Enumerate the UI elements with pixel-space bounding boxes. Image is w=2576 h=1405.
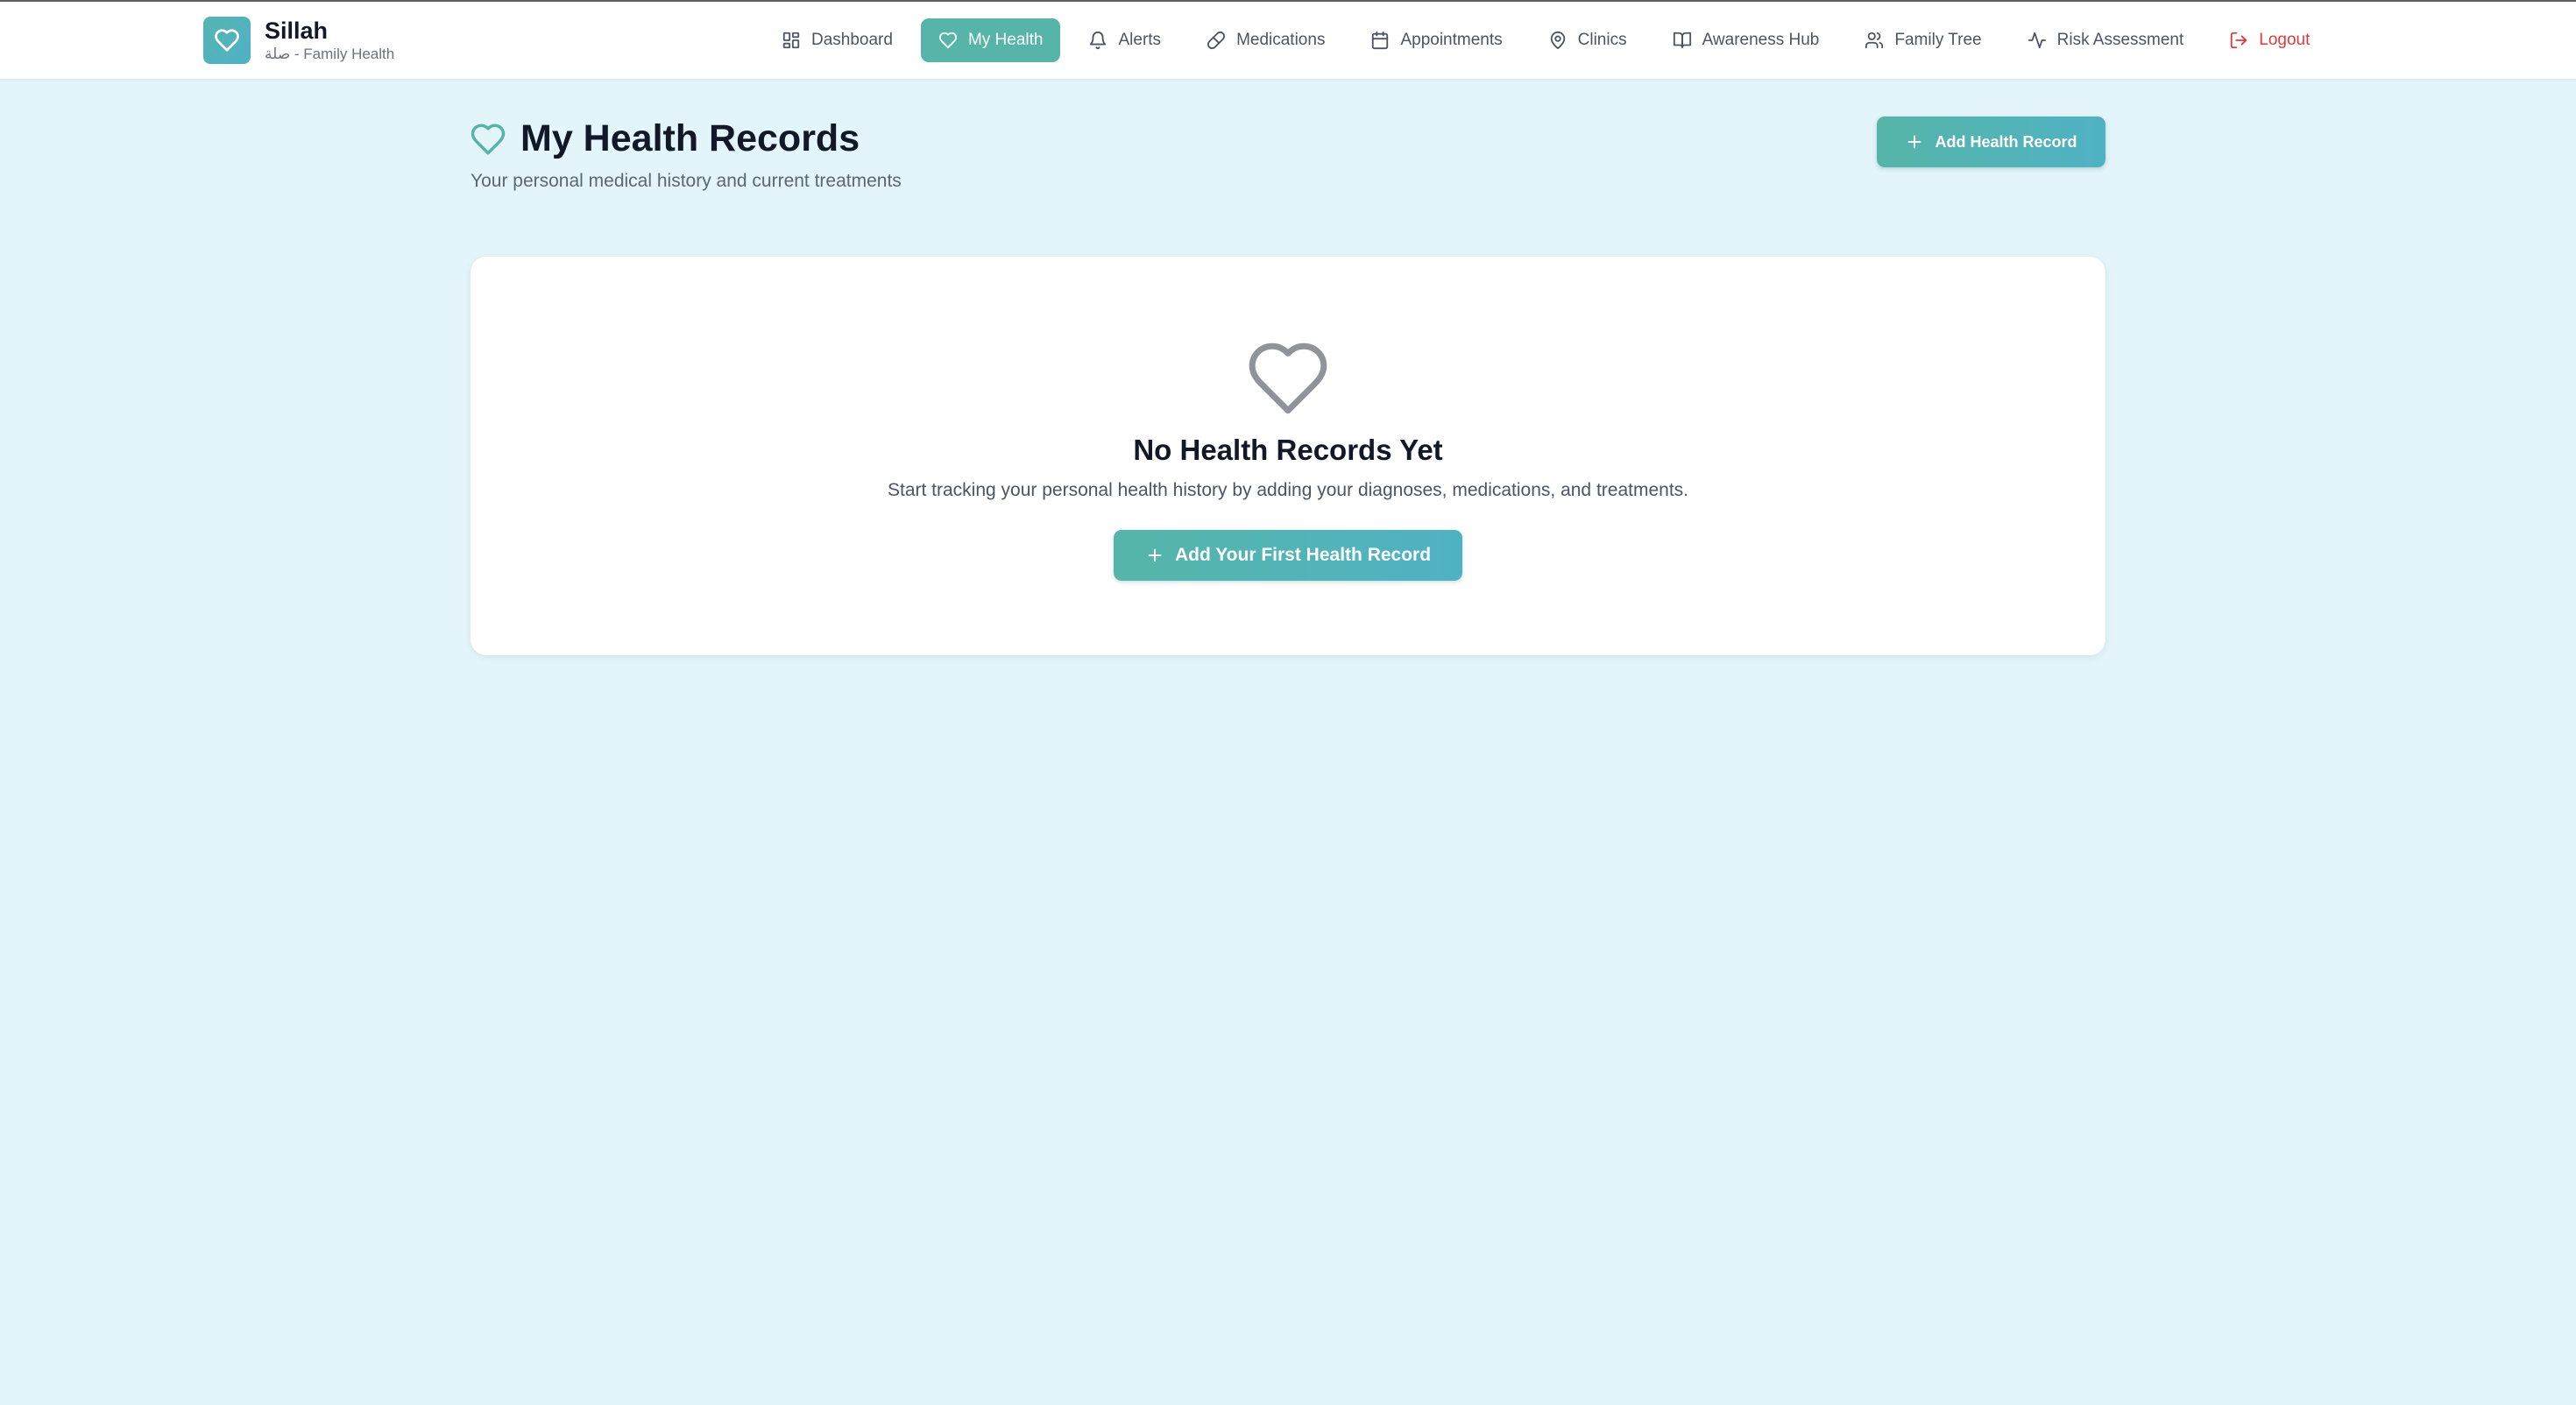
nav-item-label: Clinics [1577, 31, 1627, 49]
brand-text: Sillah صلة - Family Health [265, 17, 394, 64]
empty-state-card: No Health Records Yet Start tracking you… [471, 257, 2105, 655]
nav-item-label: Risk Assessment [2056, 31, 2184, 49]
nav-item-risk-assessment[interactable]: Risk Assessment [2010, 18, 2202, 62]
pill-icon [1207, 31, 1226, 50]
nav-item-family-tree[interactable]: Family Tree [1847, 18, 1999, 62]
calendar-icon [1372, 31, 1389, 50]
nav-item-clinics[interactable]: Clinics [1531, 18, 1645, 62]
nav-item-label: Alerts [1118, 31, 1162, 49]
nav-item-label: Dashboard [811, 31, 893, 49]
nav-item-label: Awareness Hub [1702, 31, 1820, 49]
nav-item-label: Appointments [1400, 31, 1503, 49]
bell-icon [1090, 32, 1107, 50]
map-pin-icon [1550, 31, 1565, 50]
heart-icon [471, 124, 506, 155]
plus-icon [1908, 135, 1921, 149]
nav-item-awareness-hub[interactable]: Awareness Hub [1655, 18, 1837, 62]
heart-icon [938, 32, 958, 49]
plus-icon [1148, 548, 1162, 562]
nav-item-alerts[interactable]: Alerts [1071, 18, 1178, 62]
nav-item-appointments[interactable]: Appointments [1353, 18, 1519, 62]
heart-icon [1249, 342, 1327, 414]
add-health-record-button[interactable]: Add Health Record [1877, 116, 2105, 167]
nav-item-label: My Health [967, 31, 1044, 49]
activity-icon [2028, 32, 2046, 49]
dashboard-icon [782, 32, 800, 49]
heart-icon [215, 29, 239, 52]
brand[interactable]: Sillah صلة - Family Health [203, 16, 394, 65]
book-icon [1673, 32, 1691, 49]
page-title: My Health Records [520, 117, 860, 159]
add-first-health-record-label: Add Your First Health Record [1174, 545, 1432, 565]
logout-label: Logout [2259, 31, 2311, 49]
top-navbar: Sillah صلة - Family Health Dashboard My … [0, 2, 2576, 80]
brand-logo [203, 17, 251, 64]
nav-item-label: Medications [1236, 31, 1326, 49]
nav-item-medications[interactable]: Medications [1189, 18, 1342, 62]
logout-icon [2231, 32, 2247, 49]
nav-item-label: Family Tree [1894, 31, 1982, 49]
add-first-health-record-button[interactable]: Add Your First Health Record [1114, 530, 1462, 581]
add-health-record-label: Add Health Record [1935, 132, 2077, 151]
main-nav: Dashboard My Health Alerts Medications A… [764, 18, 2338, 62]
empty-state-title: No Health Records Yet [1133, 434, 1443, 466]
empty-state-description: Start tracking your personal health hist… [887, 480, 1688, 500]
nav-item-my-health[interactable]: My Health [920, 18, 1061, 62]
users-icon [1865, 32, 1884, 49]
brand-name: Sillah [265, 18, 329, 44]
brand-subtitle: صلة - Family Health [265, 46, 395, 62]
nav-item-dashboard[interactable]: Dashboard [764, 18, 910, 62]
logout-button[interactable]: Logout [2212, 18, 2327, 62]
page-subtitle: Your personal medical history and curren… [471, 171, 902, 191]
